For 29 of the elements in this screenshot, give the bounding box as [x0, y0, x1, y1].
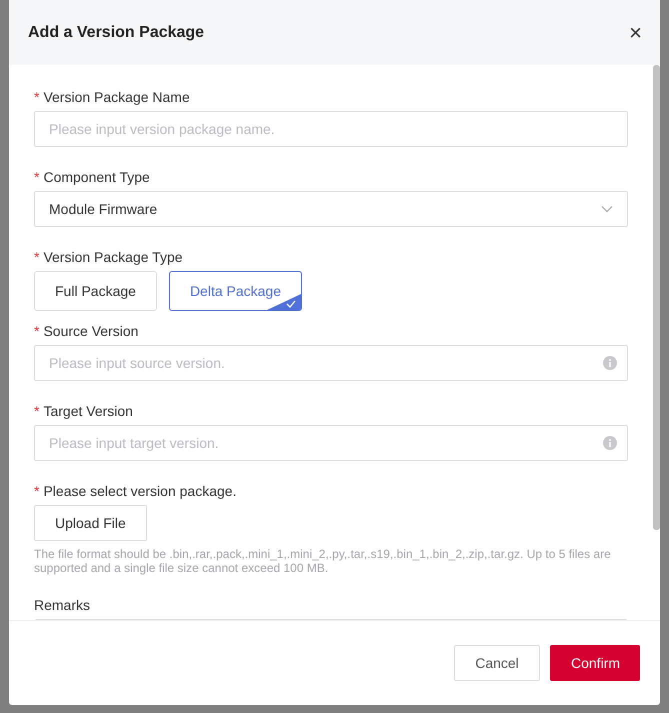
- select-field[interactable]: Module Firmware: [34, 191, 628, 227]
- field-label: Version Package Name: [43, 89, 190, 105]
- confirm-button[interactable]: Confirm: [550, 645, 640, 681]
- field-label: Remarks: [34, 597, 90, 613]
- text-field[interactable]: Please input target version.: [34, 425, 628, 461]
- field-label: Please select version package.: [43, 483, 236, 499]
- info-icon: [603, 356, 617, 370]
- field-label: Source Version: [43, 323, 138, 339]
- dialog-title: Add a Version Package: [28, 24, 204, 42]
- option-button[interactable]: Delta Package: [168, 271, 302, 311]
- required-mark: *: [34, 89, 40, 105]
- field-label: Target Version: [43, 403, 133, 419]
- text-field[interactable]: Please input source version.: [34, 345, 628, 381]
- info-icon: [603, 436, 617, 450]
- close-button[interactable]: ×: [629, 22, 642, 44]
- text-field[interactable]: Please input version package name.: [34, 111, 628, 147]
- upload-button[interactable]: Upload File: [34, 505, 147, 541]
- required-mark: *: [34, 323, 40, 339]
- required-mark: *: [34, 483, 40, 499]
- scrollbar[interactable]: [653, 65, 660, 530]
- hint-text: The file format should be .bin,.rar,.pack,.mini_1,.mini_2,.py,.tar,.s19,.bin_1,.bin_2,.zip,.tar.gz. Up to 5 files are supported and a single file size cannot exceed 100 MB.: [34, 547, 612, 575]
- chevron-down-icon: [601, 205, 613, 213]
- cancel-button[interactable]: Cancel: [454, 645, 540, 681]
- required-mark: *: [34, 249, 40, 265]
- option-button[interactable]: Full Package: [34, 271, 157, 311]
- field-label: Version Package Type: [43, 249, 183, 265]
- required-mark: *: [34, 403, 40, 419]
- field-label: Component Type: [43, 169, 150, 185]
- required-mark: *: [34, 169, 40, 185]
